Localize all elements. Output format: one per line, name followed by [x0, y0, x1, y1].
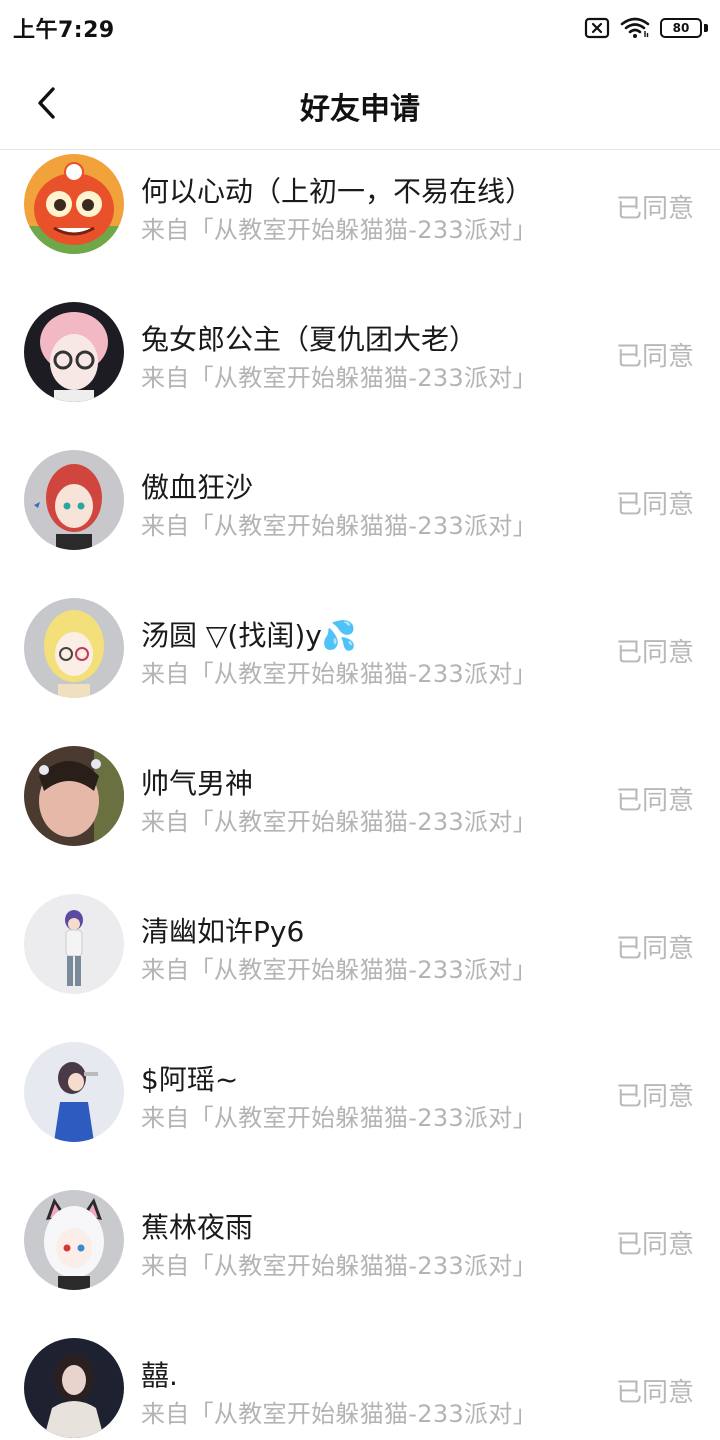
status-agreed: 已同意: [615, 490, 694, 520]
friend-request-row[interactable]: $阿瑶~ 来自「从教室开始躲猫猫-233派对」 已同意: [0, 1038, 720, 1186]
orange-dragon-avatar: [24, 154, 124, 254]
request-name: 囍.: [141, 1359, 178, 1392]
request-source: 来自「从教室开始躲猫猫-233派对」: [141, 216, 537, 244]
request-source: 来自「从教室开始躲猫猫-233派对」: [141, 512, 537, 540]
friend-request-row[interactable]: 傲血狂沙 来自「从教室开始躲猫猫-233派对」 已同意: [0, 446, 720, 594]
request-source: 来自「从教室开始躲猫猫-233派对」: [141, 1104, 537, 1132]
dark-photo-avatar: [24, 1338, 124, 1438]
wifi-icon: [620, 17, 650, 39]
sim-off-icon: [584, 17, 610, 39]
battery-icon: 80: [660, 16, 708, 40]
status-time: 上午7:29: [13, 18, 115, 43]
avatar[interactable]: [24, 154, 124, 254]
avatar[interactable]: [24, 1042, 124, 1142]
child-photo-avatar: [24, 746, 124, 846]
status-agreed: 已同意: [615, 786, 694, 816]
request-name: 汤圆 ▽(找闺)y💦: [141, 619, 357, 652]
request-source: 来自「从教室开始躲猫猫-233派对」: [141, 956, 537, 984]
status-agreed: 已同意: [615, 638, 694, 668]
status-agreed: 已同意: [615, 1082, 694, 1112]
request-name: 帅气男神: [141, 767, 254, 800]
dark-hair-figure-avatar: [24, 1042, 124, 1142]
status-bar: 上午7:29 80: [0, 0, 720, 56]
avatar[interactable]: [24, 598, 124, 698]
friend-request-row[interactable]: 清幽如许Py6 来自「从教室开始躲猫猫-233派对」 已同意: [0, 890, 720, 1038]
friend-request-row[interactable]: 汤圆 ▽(找闺)y💦 来自「从教室开始躲猫猫-233派对」 已同意: [0, 594, 720, 742]
request-source: 来自「从教室开始躲猫猫-233派对」: [141, 1400, 537, 1428]
avatar[interactable]: [24, 746, 124, 846]
cat-ear-girl-avatar: [24, 1190, 124, 1290]
request-name: 清幽如许Py6: [141, 915, 305, 948]
status-agreed: 已同意: [615, 342, 694, 372]
avatar[interactable]: [24, 302, 124, 402]
nav-bar: 好友申请: [0, 56, 720, 150]
avatar[interactable]: [24, 450, 124, 550]
request-name: 何以心动（上初一，不易在线）: [141, 175, 534, 208]
request-name: $阿瑶~: [141, 1063, 239, 1096]
request-name: 兔女郎公主（夏仇团大老）: [141, 323, 478, 356]
request-source: 来自「从教室开始躲猫猫-233派对」: [141, 808, 537, 836]
status-agreed: 已同意: [615, 1230, 694, 1260]
request-source: 来自「从教室开始躲猫猫-233派对」: [141, 660, 537, 688]
request-source: 来自「从教室开始躲猫猫-233派对」: [141, 364, 537, 392]
friend-request-row[interactable]: 兔女郎公主（夏仇团大老） 来自「从教室开始躲猫猫-233派对」 已同意: [0, 298, 720, 446]
page-title: 好友申请: [300, 92, 420, 127]
status-agreed: 已同意: [615, 194, 694, 224]
request-name: 蕉林夜雨: [141, 1211, 254, 1244]
status-agreed: 已同意: [615, 934, 694, 964]
friend-request-row[interactable]: 何以心动（上初一，不易在线） 来自「从教室开始躲猫猫-233派对」 已同意: [0, 150, 720, 298]
avatar[interactable]: [24, 1338, 124, 1438]
purple-hair-figure-avatar: [24, 894, 124, 994]
battery-level: 80: [672, 21, 690, 35]
pink-hair-glasses-avatar: [24, 302, 124, 402]
request-source: 来自「从教室开始躲猫猫-233派对」: [141, 1252, 537, 1280]
friend-request-list: 何以心动（上初一，不易在线） 来自「从教室开始躲猫猫-233派对」 已同意 兔女…: [0, 150, 720, 1440]
red-hair-girl-avatar: [24, 450, 124, 550]
status-agreed: 已同意: [615, 1378, 694, 1408]
friend-request-row[interactable]: 囍. 来自「从教室开始躲猫猫-233派对」 已同意: [0, 1334, 720, 1440]
status-icons: 80: [584, 14, 708, 42]
friend-request-row[interactable]: 帅气男神 来自「从教室开始躲猫猫-233派对」 已同意: [0, 742, 720, 890]
blonde-glasses-avatar: [24, 598, 124, 698]
friend-request-row[interactable]: 蕉林夜雨 来自「从教室开始躲猫猫-233派对」 已同意: [0, 1186, 720, 1334]
request-name: 傲血狂沙: [141, 471, 254, 504]
avatar[interactable]: [24, 1190, 124, 1290]
avatar[interactable]: [24, 894, 124, 994]
